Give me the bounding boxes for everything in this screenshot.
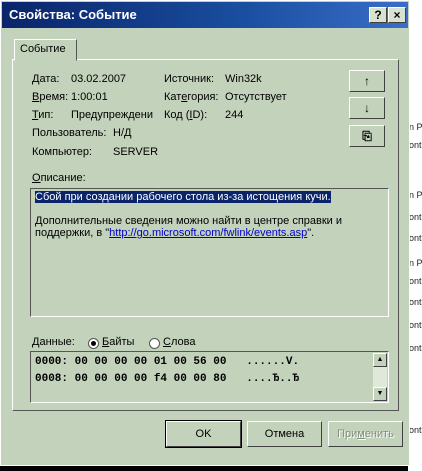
tab-event[interactable]: Событие <box>14 39 77 61</box>
words-radio-label[interactable]: Слова <box>163 336 195 348</box>
type-label: Тип: <box>32 109 54 121</box>
data-label: Данные: <box>32 336 75 348</box>
date-label: Дата: <box>32 73 60 85</box>
type-value: Предупреждени <box>71 109 154 121</box>
scroll-up-arrow-icon[interactable]: ▲ <box>373 353 387 367</box>
scroll-down-arrow-icon[interactable]: ▼ <box>373 387 387 401</box>
background-text: ont <box>409 425 422 435</box>
copy-button[interactable]: ⎘ <box>349 125 385 147</box>
user-label: Пользователь: <box>32 127 107 139</box>
background-text: n P <box>409 122 422 132</box>
tab-event-label: Событие <box>20 43 66 55</box>
previous-event-button[interactable]: ↑ <box>349 70 385 92</box>
words-radio[interactable] <box>149 338 160 349</box>
time-label: Время: <box>32 91 69 103</box>
source-value: Win32k <box>225 73 262 85</box>
user-value: Н/Д <box>113 127 132 139</box>
code-value: 244 <box>225 109 244 121</box>
category-value: Отсутствует <box>225 91 287 103</box>
bytes-radio-label[interactable]: Байты <box>102 336 134 348</box>
ok-button[interactable]: OK <box>165 420 242 448</box>
apply-button[interactable]: Применить <box>328 421 403 447</box>
title-bar[interactable]: Свойства: Событие ? × <box>2 2 408 28</box>
cancel-button[interactable]: Отмена <box>247 421 322 447</box>
background-text: ont <box>409 276 422 286</box>
description-after-link: ". <box>307 227 315 239</box>
event-properties-dialog: Свойства: Событие ? × Событие Дата: 03.0… <box>0 0 410 466</box>
date-value: 03.02.2007 <box>71 73 127 85</box>
background-text: ont <box>409 343 422 353</box>
source-label: Источник: <box>164 73 215 85</box>
computer-value: SERVER <box>113 146 159 158</box>
background-text: n P <box>409 258 422 268</box>
background-window: n P ont n P ont ont n P ont ont ont ont … <box>408 0 422 471</box>
code-label: Код (ID): <box>164 109 208 121</box>
arrow-down-icon: ↓ <box>364 101 370 115</box>
background-text: ont <box>409 212 422 222</box>
copy-icon: ⎘ <box>362 129 372 143</box>
next-event-button[interactable]: ↓ <box>349 97 385 119</box>
computer-label: Компьютер: <box>32 146 92 158</box>
arrow-up-icon: ↑ <box>364 74 370 88</box>
category-label: Категория: <box>164 91 219 103</box>
background-text: ont <box>409 140 422 150</box>
data-hex-view[interactable]: 0000: 00 00 00 00 01 00 56 00 ......V. 0… <box>30 351 389 403</box>
hex-scrollbar[interactable]: ▲ ▼ <box>373 353 387 401</box>
help-link[interactable]: http://go.microsoft.com/fwlink/events.as… <box>109 227 307 239</box>
description-selected-text[interactable]: Сбой при создании рабочего стола из-за и… <box>35 191 331 203</box>
close-button[interactable]: × <box>388 7 406 23</box>
background-text: ont <box>409 320 422 330</box>
window-title: Свойства: Событие <box>9 7 137 22</box>
time-value: 1:00:01 <box>71 91 108 103</box>
background-text: ont <box>409 297 422 307</box>
help-button[interactable]: ? <box>369 7 387 23</box>
background-text: n P <box>409 190 422 200</box>
background-text: ont <box>409 233 422 243</box>
description-label: Описание: <box>32 172 86 184</box>
description-textbox[interactable]: Сбой при создании рабочего стола из-за и… <box>30 188 389 317</box>
hex-row: 0008: 00 00 00 00 f4 00 00 80 ....Ђ..Ђ <box>35 373 300 385</box>
bytes-radio[interactable] <box>88 338 99 349</box>
hex-row: 0000: 00 00 00 00 01 00 56 00 ......V. <box>35 356 300 368</box>
